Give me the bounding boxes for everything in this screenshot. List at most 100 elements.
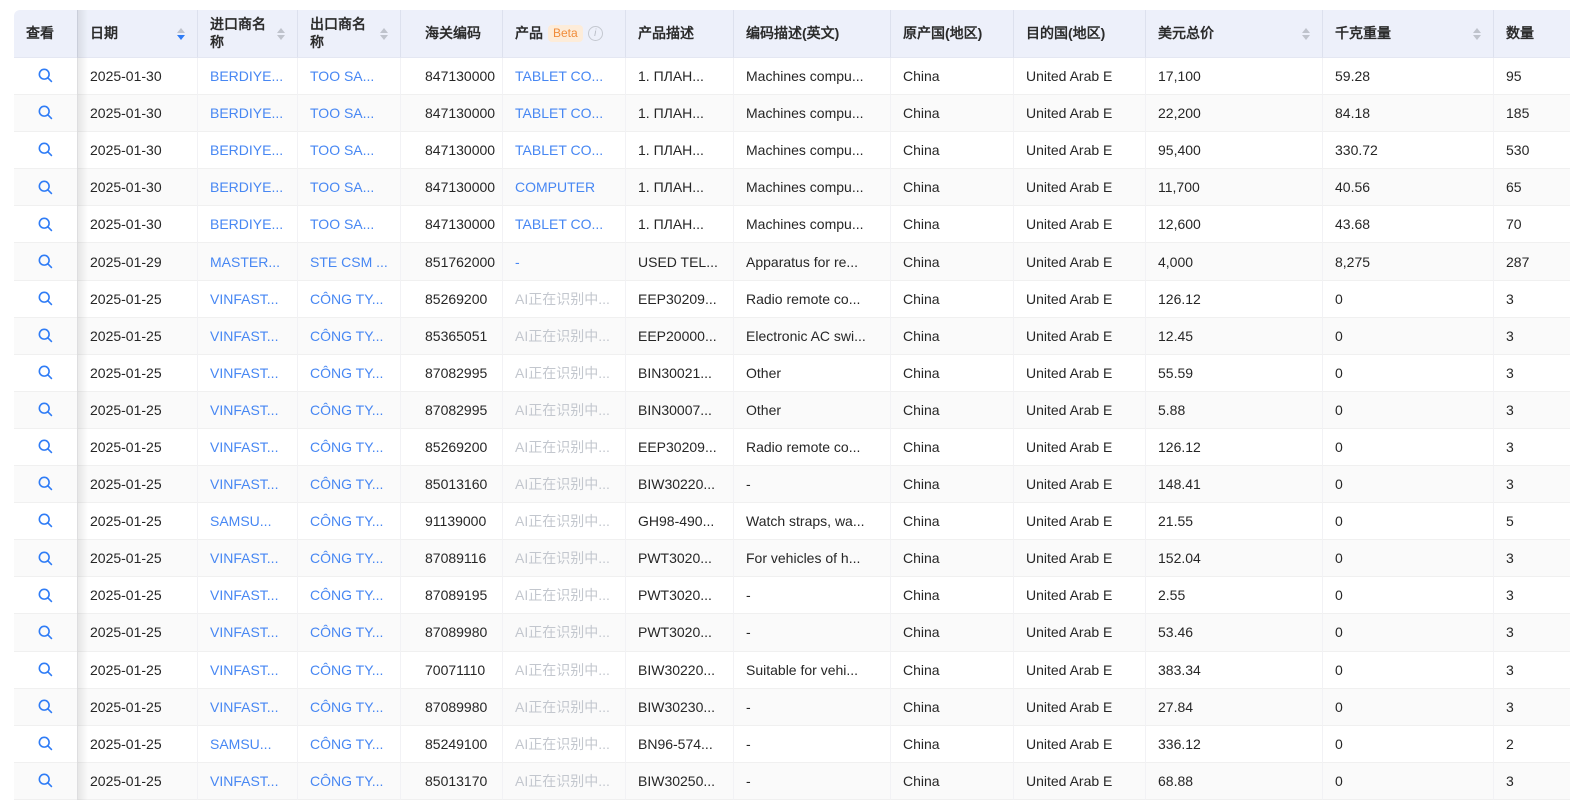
product-link[interactable]: -	[515, 254, 520, 270]
importer-link[interactable]: BERDIYE...	[210, 68, 283, 84]
hs_code-cell: 85269200	[400, 429, 502, 466]
importer-link[interactable]: VINFAST...	[210, 365, 278, 381]
view-details-button[interactable]	[35, 584, 57, 606]
view-details-button[interactable]	[35, 510, 57, 532]
table-row: 2025-01-25SAMSU...CÔNG TY...85249100AI正在…	[14, 726, 1570, 763]
sort-caret-icon[interactable]	[1302, 28, 1310, 40]
exporter-link[interactable]: TOO SA...	[310, 68, 374, 84]
importer-link[interactable]: MASTER...	[210, 254, 280, 270]
hs_code-value: 847130000	[425, 142, 495, 158]
column-header-exporter[interactable]: 出口商名称	[297, 10, 400, 58]
hs_code-cell: 847130000	[400, 206, 502, 243]
view-details-button[interactable]	[35, 658, 57, 680]
view-details-button[interactable]	[35, 399, 57, 421]
sort-caret-icon[interactable]	[380, 28, 388, 40]
view-details-button[interactable]	[35, 176, 57, 198]
exporter-link[interactable]: TOO SA...	[310, 142, 374, 158]
view-details-button[interactable]	[35, 213, 57, 235]
view-details-button[interactable]	[35, 287, 57, 309]
importer-link[interactable]: VINFAST...	[210, 476, 278, 492]
view-details-button[interactable]	[35, 732, 57, 754]
importer-link[interactable]: VINFAST...	[210, 550, 278, 566]
usd_total-cell: 17,100	[1145, 58, 1322, 95]
product-link[interactable]: TABLET CO...	[515, 68, 603, 84]
exporter-link[interactable]: CÔNG TY...	[310, 328, 383, 344]
exporter-link[interactable]: CÔNG TY...	[310, 773, 383, 789]
importer-link[interactable]: VINFAST...	[210, 439, 278, 455]
view-details-button[interactable]	[35, 324, 57, 346]
origin-cell: China	[890, 206, 1013, 243]
importer-link[interactable]: SAMSU...	[210, 736, 271, 752]
destination-value: United Arab E	[1026, 291, 1112, 307]
view-details-button[interactable]	[35, 436, 57, 458]
exporter-link[interactable]: CÔNG TY...	[310, 587, 383, 603]
date-cell: 2025-01-25	[77, 392, 197, 429]
view-details-button[interactable]	[35, 770, 57, 792]
date-value: 2025-01-25	[90, 365, 162, 381]
origin-cell: China	[890, 429, 1013, 466]
importer-link[interactable]: VINFAST...	[210, 624, 278, 640]
importer-link[interactable]: BERDIYE...	[210, 105, 283, 121]
column-header-importer[interactable]: 进口商名称	[197, 10, 297, 58]
column-header-usd_total[interactable]: 美元总价	[1145, 10, 1322, 58]
exporter-link[interactable]: CÔNG TY...	[310, 550, 383, 566]
exporter-link[interactable]: CÔNG TY...	[310, 699, 383, 715]
importer-link[interactable]: SAMSU...	[210, 513, 271, 529]
view-details-button[interactable]	[35, 102, 57, 124]
origin-value: China	[903, 365, 940, 381]
importer-link[interactable]: VINFAST...	[210, 587, 278, 603]
view-cell	[14, 132, 77, 169]
view-details-button[interactable]	[35, 473, 57, 495]
exporter-link[interactable]: STE CSM ...	[310, 254, 388, 270]
sort-caret-icon[interactable]	[1473, 28, 1481, 40]
destination-cell: United Arab E	[1013, 763, 1145, 800]
importer-link[interactable]: BERDIYE...	[210, 216, 283, 232]
exporter-link[interactable]: CÔNG TY...	[310, 439, 383, 455]
destination-cell: United Arab E	[1013, 281, 1145, 318]
exporter-cell: TOO SA...	[297, 206, 400, 243]
column-header-date[interactable]: 日期	[77, 10, 197, 58]
code_desc-value: -	[746, 699, 751, 715]
exporter-link[interactable]: TOO SA...	[310, 216, 374, 232]
column-label: 产品描述	[638, 25, 694, 43]
importer-link[interactable]: VINFAST...	[210, 773, 278, 789]
product-cell: TABLET CO...	[502, 132, 625, 169]
exporter-link[interactable]: CÔNG TY...	[310, 476, 383, 492]
importer-link[interactable]: VINFAST...	[210, 291, 278, 307]
view-cell	[14, 614, 77, 651]
exporter-link[interactable]: CÔNG TY...	[310, 513, 383, 529]
importer-link[interactable]: VINFAST...	[210, 402, 278, 418]
view-details-button[interactable]	[35, 362, 57, 384]
exporter-link[interactable]: CÔNG TY...	[310, 291, 383, 307]
column-header-kg_weight[interactable]: 千克重量	[1322, 10, 1493, 58]
product-link[interactable]: TABLET CO...	[515, 142, 603, 158]
exporter-link[interactable]: TOO SA...	[310, 179, 374, 195]
product-cell: AI正在识别中...	[502, 503, 625, 540]
sort-caret-icon[interactable]	[277, 28, 285, 40]
importer-link[interactable]: VINFAST...	[210, 662, 278, 678]
exporter-link[interactable]: CÔNG TY...	[310, 662, 383, 678]
importer-link[interactable]: VINFAST...	[210, 699, 278, 715]
view-details-button[interactable]	[35, 621, 57, 643]
destination-value: United Arab E	[1026, 550, 1112, 566]
exporter-link[interactable]: CÔNG TY...	[310, 402, 383, 418]
importer-link[interactable]: BERDIYE...	[210, 142, 283, 158]
exporter-link[interactable]: CÔNG TY...	[310, 736, 383, 752]
product-link[interactable]: TABLET CO...	[515, 105, 603, 121]
exporter-link[interactable]: TOO SA...	[310, 105, 374, 121]
view-details-button[interactable]	[35, 547, 57, 569]
info-icon[interactable]: i	[588, 26, 603, 41]
exporter-link[interactable]: CÔNG TY...	[310, 365, 383, 381]
view-details-button[interactable]	[35, 695, 57, 717]
product-link[interactable]: COMPUTER	[515, 179, 595, 195]
view-details-button[interactable]	[35, 139, 57, 161]
view-details-button[interactable]	[35, 250, 57, 272]
importer-link[interactable]: VINFAST...	[210, 328, 278, 344]
importer-link[interactable]: BERDIYE...	[210, 179, 283, 195]
exporter-link[interactable]: CÔNG TY...	[310, 624, 383, 640]
product-link[interactable]: TABLET CO...	[515, 216, 603, 232]
view-details-button[interactable]	[35, 65, 57, 87]
sort-caret-icon[interactable]	[177, 28, 185, 40]
column-label: 海关编码	[425, 25, 481, 43]
product-ai-status: AI正在识别中...	[515, 736, 610, 752]
